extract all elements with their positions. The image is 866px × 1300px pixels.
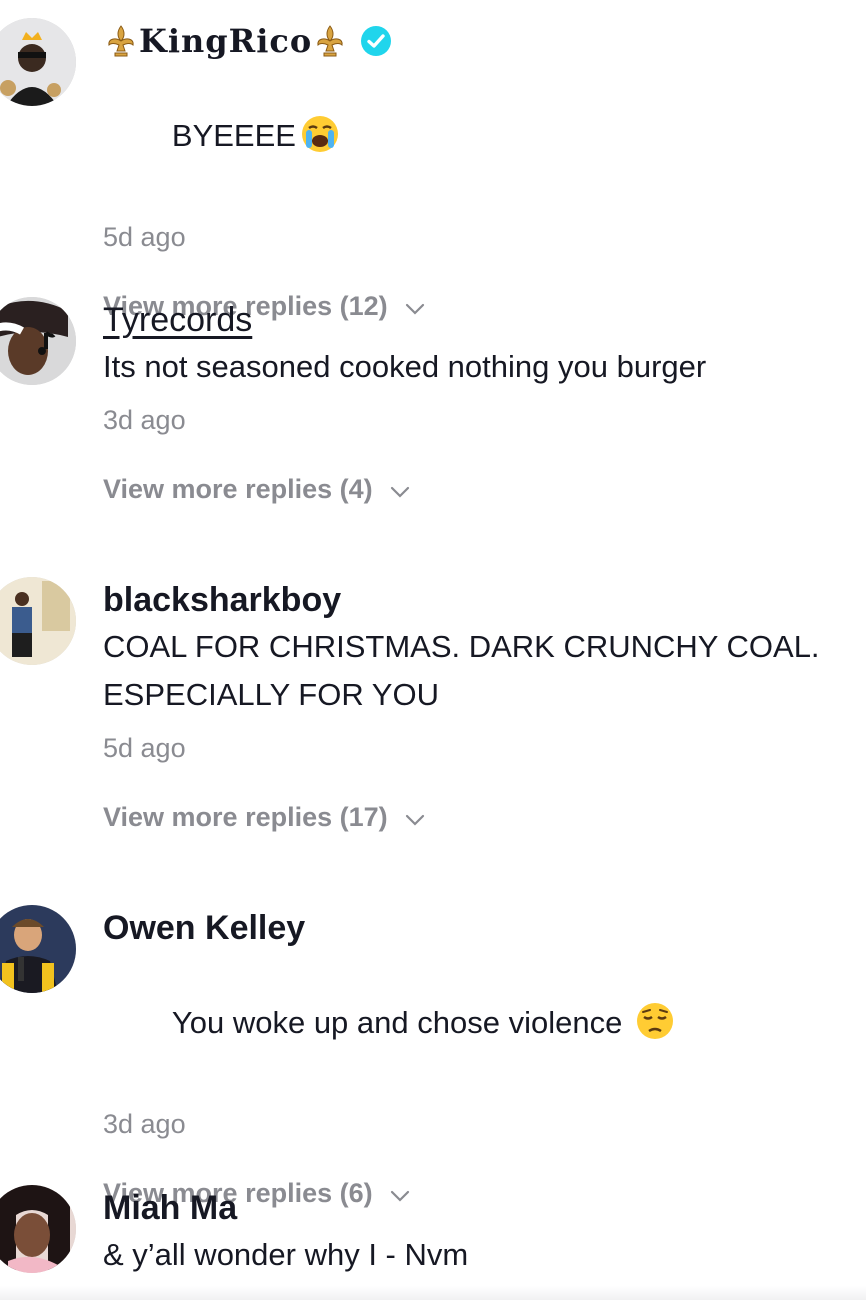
username[interactable]: Miah Ma <box>103 1189 237 1228</box>
comment-text: Its not seasoned cooked nothing you burg… <box>103 349 707 384</box>
comment-time: 5d ago <box>103 733 186 763</box>
comment-text: COAL FOR CHRISTMAS. DARK CRUNCHY COAL. E… <box>103 629 829 712</box>
comment-content: Tyrecords Its not seasoned cooked nothin… <box>103 297 866 505</box>
comment-time: 5d ago <box>103 222 186 252</box>
replies-label: View more replies (4) <box>103 474 373 504</box>
username-row: KingRico <box>103 18 866 64</box>
comment-list: KingRico BYEEEE 5d ago View more replies… <box>0 0 866 1300</box>
comment-content: Owen Kelley You woke up and chose violen… <box>103 905 866 1209</box>
comment-text-body: BYEEEE <box>171 118 296 153</box>
username-row: Miah Ma <box>103 1185 866 1231</box>
username[interactable]: blacksharkboy <box>103 581 341 620</box>
comment-content: Miah Ma & y’all wonder why I - Nvm <box>103 1185 866 1279</box>
comment-text: & y’all wonder why I - Nvm <box>103 1237 469 1272</box>
avatar[interactable] <box>0 577 76 665</box>
fleur-de-lis-icon <box>312 23 348 59</box>
username-row: Owen Kelley <box>103 905 866 951</box>
loudly-crying-face-icon <box>300 114 340 154</box>
comment-time: 3d ago <box>103 405 186 435</box>
comment-text-body: You woke up and chose violence <box>171 1005 623 1040</box>
view-more-replies-button[interactable]: View more replies (4) <box>103 474 866 505</box>
bottom-fade <box>0 1286 866 1300</box>
comment-content: blacksharkboy COAL FOR CHRISTMAS. DARK C… <box>103 577 866 833</box>
username-row: blacksharkboy <box>103 577 866 623</box>
comment-content: KingRico BYEEEE 5d ago View more replies… <box>103 18 866 322</box>
view-more-replies-button[interactable]: View more replies (17) <box>103 802 866 833</box>
comment-text: BYEEEE <box>103 64 866 208</box>
chevron-down-icon <box>389 479 411 501</box>
verified-badge-icon <box>360 25 392 57</box>
chevron-down-icon <box>404 807 426 829</box>
username[interactable]: Owen Kelley <box>103 909 305 948</box>
avatar[interactable] <box>0 18 76 106</box>
username[interactable]: KingRico <box>139 22 312 60</box>
fleur-de-lis-icon <box>103 23 139 59</box>
pensive-face-icon <box>635 1001 675 1041</box>
replies-label: View more replies (17) <box>103 802 388 832</box>
avatar[interactable] <box>0 905 76 993</box>
avatar[interactable] <box>0 1185 76 1273</box>
avatar[interactable] <box>0 297 76 385</box>
username-row: Tyrecords <box>103 297 866 343</box>
username[interactable]: Tyrecords <box>103 301 252 340</box>
comment-text: You woke up and chose violence <box>103 951 866 1095</box>
comment-time: 3d ago <box>103 1109 186 1139</box>
